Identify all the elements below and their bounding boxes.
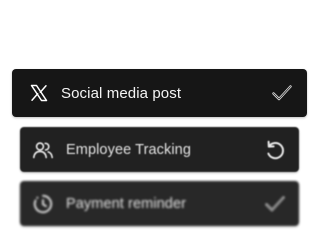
check-icon[interactable] [270, 81, 294, 105]
x-logo-icon [29, 83, 49, 103]
task-label: Employee Tracking [66, 141, 192, 158]
task-card-social-media-post[interactable]: Social media post [12, 69, 307, 117]
task-label: Social media post [61, 84, 182, 102]
refresh-icon[interactable] [263, 138, 287, 162]
task-label: Payment reminder [66, 195, 187, 212]
task-card-payment-reminder[interactable]: Payment reminder [20, 181, 299, 226]
check-icon[interactable] [263, 192, 287, 216]
users-icon [32, 139, 54, 161]
task-stack: Social media post Employee Tracking Paym… [0, 0, 319, 243]
task-card-employee-tracking[interactable]: Employee Tracking [20, 127, 299, 172]
clock-icon [32, 193, 54, 215]
